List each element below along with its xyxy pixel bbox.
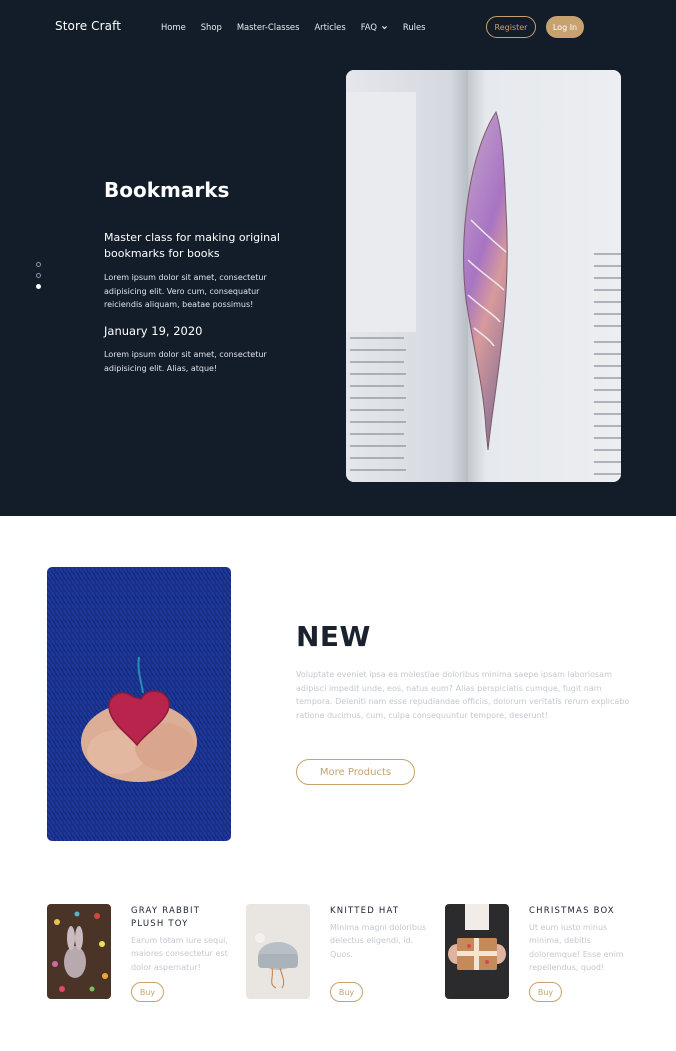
product-name: CHRISTMAS BOX: [529, 906, 615, 916]
hero-title: Bookmarks: [104, 178, 230, 202]
product-description: Earum totam iure sequi, maiores consecte…: [131, 936, 228, 972]
main-nav: Home Shop Master-Classes Articles FAQ Ru…: [161, 21, 441, 33]
feather-bookmark-image: [346, 70, 621, 482]
knit-heart-image: [47, 567, 231, 841]
nav-home[interactable]: Home: [161, 21, 186, 33]
nav-faq[interactable]: FAQ: [361, 21, 388, 33]
login-button[interactable]: Log In: [546, 16, 584, 38]
buy-button[interactable]: Buy: [330, 982, 363, 1002]
new-section-description: Voluptate eveniet ipsa ea molestiae dolo…: [296, 670, 630, 720]
nav-master-classes[interactable]: Master-Classes: [237, 21, 300, 33]
slider-dots: [36, 262, 42, 295]
product-description: Minima magni doloribus delectus eligendi…: [330, 923, 427, 959]
more-products-button[interactable]: More Products: [296, 759, 415, 785]
product-description: Ut eum iusto minus minima, debitis dolor…: [529, 923, 624, 972]
hero-paragraph: Lorem ipsum dolor sit amet, consectetur …: [104, 273, 267, 309]
register-button[interactable]: Register: [486, 16, 536, 38]
hero-date: January 19, 2020: [104, 324, 203, 338]
nav-faq-label: FAQ: [360, 22, 377, 32]
product-image-rabbit[interactable]: [47, 904, 111, 999]
slider-dot-2[interactable]: [36, 273, 41, 278]
product-image-christmas-box[interactable]: [445, 904, 509, 999]
site-logo[interactable]: Store Craft: [55, 19, 121, 33]
hero-section: Store Craft Home Shop Master-Classes Art…: [0, 0, 676, 516]
slider-dot-3[interactable]: [36, 284, 41, 289]
slider-dot-1[interactable]: [36, 262, 41, 267]
product-image-hat[interactable]: [246, 904, 310, 999]
nav-articles[interactable]: Articles: [314, 21, 345, 33]
new-section-title: NEW: [296, 620, 371, 653]
hero-paragraph-2: Lorem ipsum dolor sit amet, consectetur …: [104, 350, 267, 373]
nav-rules[interactable]: Rules: [403, 21, 426, 33]
chevron-down-icon: [381, 25, 387, 29]
buy-button[interactable]: Buy: [529, 982, 562, 1002]
hero-subtitle: Master class for making original bookmar…: [104, 231, 280, 260]
nav-shop[interactable]: Shop: [201, 21, 222, 33]
product-name: GRAY RABBIT PLUSH TOY: [131, 906, 201, 929]
buy-button[interactable]: Buy: [131, 982, 164, 1002]
product-name: KNITTED HAT: [330, 906, 400, 916]
